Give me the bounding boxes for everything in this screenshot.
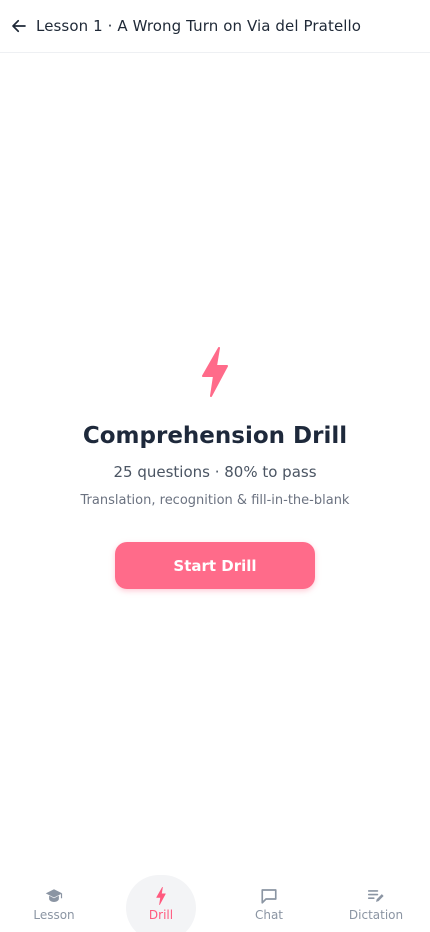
tab-chat-label: Chat [254, 908, 284, 922]
lightning-bolt-icon [202, 347, 228, 397]
bottom-nav: Lesson Drill Chat Dictation [0, 873, 430, 932]
lightning-bolt-icon [151, 886, 171, 906]
back-button[interactable] [8, 15, 30, 37]
tab-dictation-label: Dictation [348, 908, 404, 922]
tab-lesson-label: Lesson [33, 908, 75, 922]
arrow-left-icon [12, 19, 26, 33]
app-root: Lesson 1 · A Wrong Turn on Via del Prate… [0, 0, 430, 932]
top-bar: Lesson 1 · A Wrong Turn on Via del Prate… [0, 0, 430, 53]
tab-chat[interactable]: Chat [215, 873, 323, 932]
chat-bubble-icon [259, 886, 279, 906]
start-drill-button[interactable]: Start Drill [115, 542, 315, 589]
drill-description: Translation, recognition & fill-in-the-b… [80, 493, 350, 508]
drill-meta: 25 questions · 80% to pass [113, 463, 317, 481]
drill-title: Comprehension Drill [82, 423, 348, 449]
tab-drill-label: Drill [148, 908, 174, 922]
tab-drill[interactable]: Drill [107, 873, 215, 932]
page-title: Lesson 1 · A Wrong Turn on Via del Prate… [36, 17, 362, 35]
graduation-cap-icon [44, 886, 64, 906]
tab-dictation[interactable]: Dictation [322, 873, 430, 932]
dictation-icon [366, 886, 386, 906]
drill-intro: Comprehension Drill 25 questions · 80% t… [0, 53, 430, 873]
tab-lesson[interactable]: Lesson [0, 873, 108, 932]
